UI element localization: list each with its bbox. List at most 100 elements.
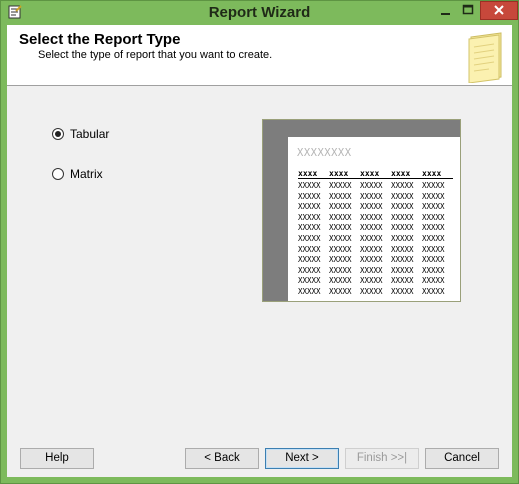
preview-data-rows: XXXXX XXXXX XXXXX XXXXX XXXXX XXXXX XXXXX XXXXX… (298, 181, 453, 298)
preview-data-cell: XXXXX (329, 181, 352, 190)
preview-data-cell: XXXXX (298, 265, 321, 275)
preview-data-cell: XXXXX (298, 212, 321, 222)
preview-table: xxxx xxxx xxxx xxxx xxxx XXXXX XXXXX XXXXX… (298, 169, 453, 298)
maximize-button[interactable] (457, 1, 479, 20)
page-title: Select the Report Type (19, 31, 181, 48)
preview-data-cell: XXXXX (298, 276, 321, 286)
preview-header-row: xxxx xxxx xxxx xxxx xxxx (298, 169, 453, 179)
preview-data-row: XXXXX XXXXX XXXXX XXXXX XXXXX (298, 192, 453, 203)
preview-data-cell: XXXXX (298, 233, 321, 243)
back-button[interactable]: < Back (185, 448, 259, 469)
preview-data-row: XXXXX XXXXX XXXXX XXXXX XXXXX (298, 245, 453, 256)
preview-data-cell: XXXXX (391, 233, 414, 243)
preview-data-cell: XXXXX (298, 244, 321, 254)
wizard-header: Select the Report Type Select the type o… (7, 25, 512, 86)
preview-data-cell: XXXXX (391, 286, 414, 296)
preview-data-row: XXXXX XXXXX XXXXX XXXXX XXXXX (298, 234, 453, 245)
preview-data-cell: XXXXX (422, 233, 445, 243)
preview-data-cell: XXXXX (360, 244, 383, 254)
preview-data-cell: XXXXX (329, 276, 352, 286)
preview-header-cell: xxxx (329, 169, 349, 178)
tabular-label: Tabular (70, 127, 110, 141)
tabular-radio[interactable] (52, 128, 64, 140)
preview-data-cell: XXXXX (360, 223, 383, 233)
report-type-tabular[interactable]: Tabular (52, 126, 109, 142)
preview-data-cell: XXXXX (422, 255, 445, 265)
preview-data-cell: XXXXX (329, 233, 352, 243)
preview-data-cell: XXXXX (391, 244, 414, 254)
preview-data-cell: XXXXX (422, 265, 445, 275)
preview-data-cell: XXXXX (329, 265, 352, 275)
finish-button[interactable]: Finish >>| (345, 448, 419, 469)
preview-header-cell: xxxx (391, 169, 411, 178)
preview-data-cell: XXXXX (329, 212, 352, 222)
preview-data-row: XXXXX XXXXX XXXXX XXXXX XXXXX (298, 266, 453, 277)
preview-data-cell: XXXXX (329, 202, 352, 212)
preview-data-cell: XXXXX (422, 244, 445, 254)
minimize-button[interactable] (434, 1, 456, 20)
notepad-icon (468, 32, 502, 83)
preview-data-cell: XXXXX (360, 265, 383, 275)
close-icon (494, 5, 504, 15)
preview-data-cell: XXXXX (360, 255, 383, 265)
preview-data-cell: XXXXX (360, 233, 383, 243)
preview-data-cell: XXXXX (329, 286, 352, 296)
next-button[interactable]: Next > (265, 448, 339, 469)
preview-data-cell: XXXXX (360, 202, 383, 212)
cancel-button[interactable]: Cancel (425, 448, 499, 469)
preview-data-row: XXXXX XXXXX XXXXX XXXXX XXXXX (298, 181, 453, 192)
preview-data-cell: XXXXX (391, 276, 414, 286)
preview-header-cell: xxxx (360, 169, 380, 178)
preview-data-cell: XXXXX (391, 191, 414, 201)
preview-header-cell: xxxx (422, 169, 442, 178)
preview-data-cell: XXXXX (298, 202, 321, 212)
preview-data-row: XXXXX XXXXX XXXXX XXXXX XXXXX (298, 287, 453, 298)
title-bar[interactable]: Report Wizard (1, 1, 518, 24)
help-button[interactable]: Help (20, 448, 94, 469)
preview-data-cell: XXXXX (329, 255, 352, 265)
preview-data-cell: XXXXX (329, 244, 352, 254)
preview-data-cell: XXXXX (298, 223, 321, 233)
close-button[interactable] (480, 1, 518, 20)
preview-data-cell: XXXXX (298, 255, 321, 265)
matrix-radio[interactable] (52, 168, 64, 180)
report-type-matrix[interactable]: Matrix (52, 166, 103, 182)
preview-data-cell: XXXXX (298, 286, 321, 296)
preview-data-cell: XXXXX (360, 276, 383, 286)
preview-data-cell: XXXXX (391, 212, 414, 222)
preview-data-cell: XXXXX (329, 223, 352, 233)
maximize-icon (462, 4, 474, 15)
page-subtitle: Select the type of report that you want … (38, 49, 273, 61)
preview-data-cell: XXXXX (422, 286, 445, 296)
preview-data-cell: XXXXX (360, 286, 383, 296)
preview-data-cell: XXXXX (360, 191, 383, 201)
minimize-icon (441, 13, 450, 15)
preview-data-cell: XXXXX (422, 212, 445, 222)
preview-header-cell: xxxx (298, 169, 318, 178)
preview-data-row: XXXXX XXXXX XXXXX XXXXX XXXXX (298, 255, 453, 266)
wizard-body: Select the Report Type Select the type o… (7, 25, 512, 477)
preview-title-placeholder: XXXXXXXX (297, 147, 352, 159)
preview-data-row: XXXXX XXXXX XXXXX XXXXX XXXXX (298, 223, 453, 234)
preview-page: XXXXXXXX xxxx xxxx xxxx xxxx xxxx XXXXX X… (288, 137, 460, 301)
report-preview: XXXXXXXX xxxx xxxx xxxx xxxx xxxx XXXXX X… (262, 119, 461, 302)
preview-data-row: XXXXX XXXXX XXXXX XXXXX XXXXX (298, 276, 453, 287)
preview-data-cell: XXXXX (391, 181, 414, 190)
preview-data-row: XXXXX XXXXX XXXXX XXXXX XXXXX (298, 202, 453, 213)
preview-data-cell: XXXXX (360, 181, 383, 190)
preview-data-cell: XXXXX (391, 255, 414, 265)
preview-data-cell: XXXXX (298, 191, 321, 201)
preview-data-cell: XXXXX (391, 202, 414, 212)
preview-data-cell: XXXXX (422, 191, 445, 201)
preview-data-cell: XXXXX (391, 223, 414, 233)
preview-data-cell: XXXXX (329, 191, 352, 201)
preview-data-cell: XXXXX (391, 265, 414, 275)
matrix-label: Matrix (70, 167, 103, 181)
preview-data-cell: XXXXX (422, 223, 445, 233)
preview-data-cell: XXXXX (422, 202, 445, 212)
preview-data-row: XXXXX XXXXX XXXXX XXXXX XXXXX (298, 213, 453, 224)
preview-data-cell: XXXXX (298, 181, 321, 190)
preview-data-cell: XXXXX (422, 276, 445, 286)
report-wizard-window: Report Wizard Select the Report Type Sel… (0, 0, 519, 484)
preview-data-cell: XXXXX (360, 212, 383, 222)
